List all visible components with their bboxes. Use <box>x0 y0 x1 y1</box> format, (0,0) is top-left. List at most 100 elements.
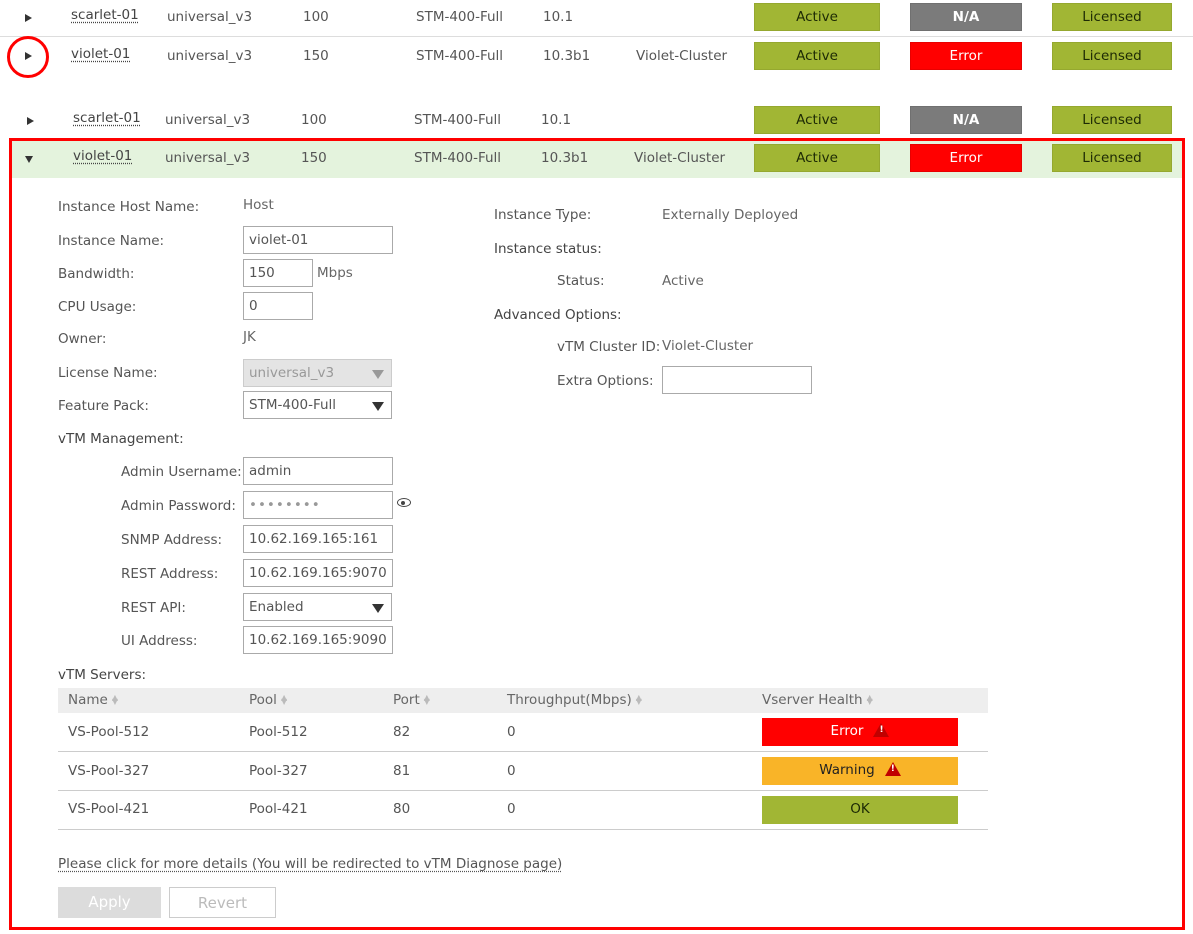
row-divider <box>58 829 988 830</box>
col-header-health[interactable]: Vserver Health ▲ ▼ <box>762 688 873 713</box>
instance-name-input[interactable]: violet-01 <box>243 226 393 254</box>
col-header-port[interactable]: Port ▲ ▼ <box>393 688 430 713</box>
license-name-label: License Name: <box>58 365 158 381</box>
instance-name-link[interactable]: scarlet-01 <box>71 0 139 34</box>
bandwidth-cell: 100 <box>303 9 329 25</box>
highlight-circle <box>7 36 49 78</box>
license-badge: Licensed <box>1052 106 1172 134</box>
ui-address-input[interactable]: 10.62.169.165:9090 <box>243 626 393 654</box>
status-badge: Active <box>754 106 880 134</box>
admin-password-label: Admin Password: <box>121 498 236 514</box>
advanced-options-heading: Advanced Options: <box>494 307 622 323</box>
bandwidth-input[interactable]: 150 <box>243 259 313 287</box>
instance-type-value: Externally Deployed <box>662 207 799 223</box>
owner-label: Owner: <box>58 331 107 347</box>
bandwidth-cell: 100 <box>301 112 327 128</box>
sort-icon: ▲ ▼ <box>111 693 118 706</box>
server-name-cell: VS-Pool-327 <box>68 763 150 779</box>
rest-api-label: REST API: <box>121 600 186 616</box>
feature-pack-cell: STM-400-Full <box>416 9 504 25</box>
server-health-badge: Warning <box>762 757 958 785</box>
col-header-pool[interactable]: Pool ▲ ▼ <box>249 688 287 713</box>
status-badge: Active <box>754 42 880 70</box>
cluster-cell: Violet-Cluster <box>636 48 728 64</box>
server-port-cell: 82 <box>393 724 411 740</box>
server-throughput-cell: 0 <box>507 801 516 817</box>
license-cell: universal_v3 <box>167 9 253 25</box>
rest-address-label: REST Address: <box>121 566 219 582</box>
dropdown-arrow-icon <box>372 604 384 613</box>
status-label: Status: <box>557 273 605 289</box>
cluster-id-value: Violet-Cluster <box>662 338 754 354</box>
dropdown-arrow-icon <box>372 402 384 411</box>
col-header-label: Vserver Health <box>762 692 863 708</box>
sort-icon: ▲ ▼ <box>635 693 642 706</box>
health-label: Error <box>830 723 864 739</box>
diagnose-details-link[interactable]: Please click for more details (You will … <box>58 856 562 872</box>
apply-button[interactable]: Apply <box>58 887 161 918</box>
bandwidth-unit: Mbps <box>317 265 353 281</box>
feature-pack-label: Feature Pack: <box>58 398 149 414</box>
server-throughput-cell: 0 <box>507 763 516 779</box>
instance-row[interactable]: scarlet-01 universal_v3 100 STM-400-Full… <box>0 0 1193 36</box>
revert-button[interactable]: Revert <box>169 887 276 918</box>
rest-api-select[interactable]: Enabled <box>243 593 392 621</box>
sort-icon: ▲ ▼ <box>423 693 430 706</box>
show-password-eye-icon[interactable] <box>397 498 411 507</box>
server-pool-cell: Pool-421 <box>249 801 308 817</box>
row-divider <box>58 751 988 752</box>
admin-username-input[interactable]: admin <box>243 457 393 485</box>
status-badge: Active <box>754 3 880 31</box>
col-header-label: Name <box>68 692 108 708</box>
feature-pack-cell: STM-400-Full <box>414 112 502 128</box>
status-value: Active <box>662 273 704 289</box>
health-badge: N/A <box>910 106 1022 134</box>
instance-type-label: Instance Type: <box>494 207 592 223</box>
warning-triangle-icon <box>873 723 890 737</box>
extra-options-label: Extra Options: <box>557 373 654 389</box>
snmp-address-input[interactable]: 10.62.169.165:161 <box>243 525 393 553</box>
warning-triangle-icon <box>884 762 901 776</box>
license-name-select: universal_v3 <box>243 359 392 387</box>
server-port-cell: 80 <box>393 801 411 817</box>
license-cell: universal_v3 <box>165 112 251 128</box>
row-divider <box>58 790 988 791</box>
extra-options-input[interactable] <box>662 366 812 394</box>
server-name-cell: VS-Pool-421 <box>68 801 150 817</box>
expand-caret-icon[interactable] <box>27 117 34 125</box>
col-header-throughput[interactable]: Throughput(Mbps) ▲ ▼ <box>507 688 642 713</box>
vtm-servers-heading: vTM Servers: <box>58 667 147 683</box>
server-health-badge: OK <box>762 796 958 824</box>
health-badge: N/A <box>910 3 1022 31</box>
col-header-label: Port <box>393 692 420 708</box>
server-name-cell: VS-Pool-512 <box>68 724 150 740</box>
col-header-label: Throughput(Mbps) <box>507 692 632 708</box>
feature-pack-select[interactable]: STM-400-Full <box>243 391 392 419</box>
host-name-value: Host <box>243 197 274 213</box>
host-name-label: Instance Host Name: <box>58 199 200 215</box>
feature-pack-cell: STM-400-Full <box>416 48 504 64</box>
ui-address-label: UI Address: <box>121 633 198 649</box>
owner-value: JK <box>243 329 256 345</box>
sort-icon: ▲ ▼ <box>866 693 873 706</box>
instance-name-link[interactable]: scarlet-01 <box>73 101 141 137</box>
server-port-cell: 81 <box>393 763 411 779</box>
server-pool-cell: Pool-327 <box>249 763 308 779</box>
version-cell: 10.1 <box>543 9 574 25</box>
instance-name-link[interactable]: violet-01 <box>71 37 130 73</box>
instance-status-heading: Instance status: <box>494 241 602 257</box>
expand-caret-icon[interactable] <box>25 14 32 22</box>
rest-api-value: Enabled <box>249 599 304 615</box>
instance-row[interactable]: violet-01 universal_v3 150 STM-400-Full … <box>0 37 1193 73</box>
cpu-usage-input[interactable]: 0 <box>243 292 313 320</box>
license-name-value: universal_v3 <box>249 365 335 381</box>
bandwidth-cell: 150 <box>303 48 329 64</box>
admin-password-input[interactable]: •••••••• <box>243 491 393 519</box>
col-header-label: Pool <box>249 692 277 708</box>
rest-address-input[interactable]: 10.62.169.165:9070 <box>243 559 393 587</box>
sort-icon: ▲ ▼ <box>280 693 288 706</box>
col-header-name[interactable]: Name ▲ ▼ <box>68 688 118 713</box>
snmp-address-label: SNMP Address: <box>121 532 223 548</box>
server-pool-cell: Pool-512 <box>249 724 308 740</box>
instance-row[interactable]: scarlet-01 universal_v3 100 STM-400-Full… <box>0 103 1193 139</box>
